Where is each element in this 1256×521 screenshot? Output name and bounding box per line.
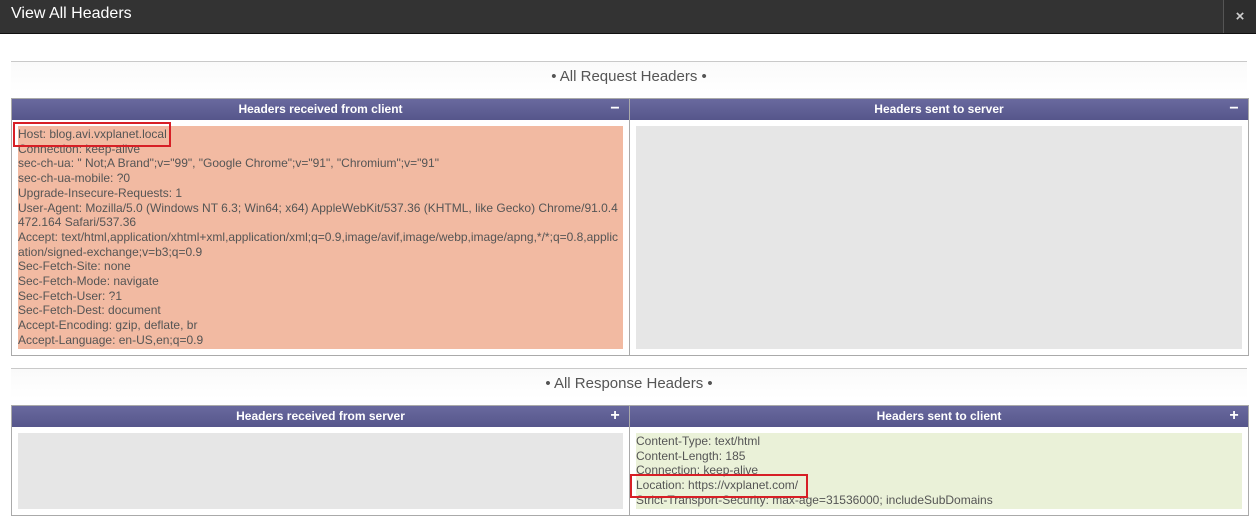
request-client-header: Headers received from client − — [12, 99, 629, 120]
dialog-title: View All Headers — [11, 5, 132, 22]
response-headers-section-title: • All Response Headers • — [11, 368, 1247, 399]
header-line: Connection: keep-alive — [636, 463, 759, 478]
close-icon: × — [1235, 8, 1245, 25]
request-server-column: Headers sent to server − — [630, 99, 1248, 355]
header-line: Sec-Fetch-Dest: document — [18, 303, 161, 318]
header-line: Upgrade-Insecure-Requests: 1 — [18, 185, 183, 200]
response-server-header-label: Headers received from server — [236, 409, 405, 423]
header-line: Connection: keep-alive — [18, 141, 141, 156]
header-line: User-Agent: Mozilla/5.0 (Windows NT 6.3;… — [18, 200, 618, 230]
header-line: Accept-Encoding: gzip, deflate, br — [18, 318, 198, 333]
response-client-header-label: Headers sent to client — [876, 409, 1002, 423]
header-line: Sec-Fetch-Mode: navigate — [18, 274, 159, 289]
collapse-request-client-button[interactable]: − — [608, 99, 622, 120]
request-server-header: Headers sent to server − — [630, 99, 1248, 120]
header-line: Content-Length: 185 — [636, 448, 746, 463]
request-server-headers-list — [636, 126, 1242, 349]
request-headers-section-title: • All Request Headers • — [11, 61, 1247, 92]
response-client-column: Headers sent to client + Content-Type: t… — [630, 406, 1248, 515]
expand-response-server-button[interactable]: + — [608, 406, 622, 427]
response-server-header: Headers received from server + — [12, 406, 629, 427]
header-line: Sec-Fetch-User: ?1 — [18, 288, 123, 303]
close-button[interactable]: × — [1223, 0, 1256, 33]
response-client-header: Headers sent to client + — [630, 406, 1248, 427]
request-client-headers-list: Host: blog.avi.vxplanet.local Connection:… — [18, 126, 623, 349]
header-line: Location: https://vxplanet.com/ — [636, 478, 799, 493]
header-line: Accept-Language: en-US,en;q=0.9 — [18, 332, 204, 347]
collapse-request-server-button[interactable]: − — [1227, 99, 1241, 120]
response-server-column: Headers received from server + — [12, 406, 630, 515]
header-line: Accept: text/html,application/xhtml+xml,… — [18, 229, 618, 259]
header-line: sec-ch-ua: " Not;A Brand";v="99", "Googl… — [18, 156, 439, 171]
response-client-headers-list: Content-Type: text/html Content-Length: 1… — [636, 433, 1242, 509]
header-line: Content-Type: text/html — [636, 434, 761, 448]
request-client-header-label: Headers received from client — [238, 102, 403, 116]
request-headers-panel: Headers received from client − Host: blo… — [11, 98, 1249, 356]
expand-response-client-button[interactable]: + — [1227, 406, 1241, 427]
header-line: sec-ch-ua-mobile: ?0 — [18, 171, 131, 186]
header-line: Strict-Transport-Security: max-age=31536… — [636, 492, 993, 507]
header-line: Sec-Fetch-Site: none — [18, 259, 131, 274]
request-client-column: Headers received from client − Host: blo… — [12, 99, 630, 355]
header-line: Host: blog.avi.vxplanet.local — [18, 127, 167, 141]
dialog-titlebar: View All Headers × — [0, 0, 1256, 34]
request-server-header-label: Headers sent to server — [874, 102, 1004, 116]
response-server-headers-list — [18, 433, 623, 509]
response-headers-panel: Headers received from server + Headers s… — [11, 405, 1249, 516]
